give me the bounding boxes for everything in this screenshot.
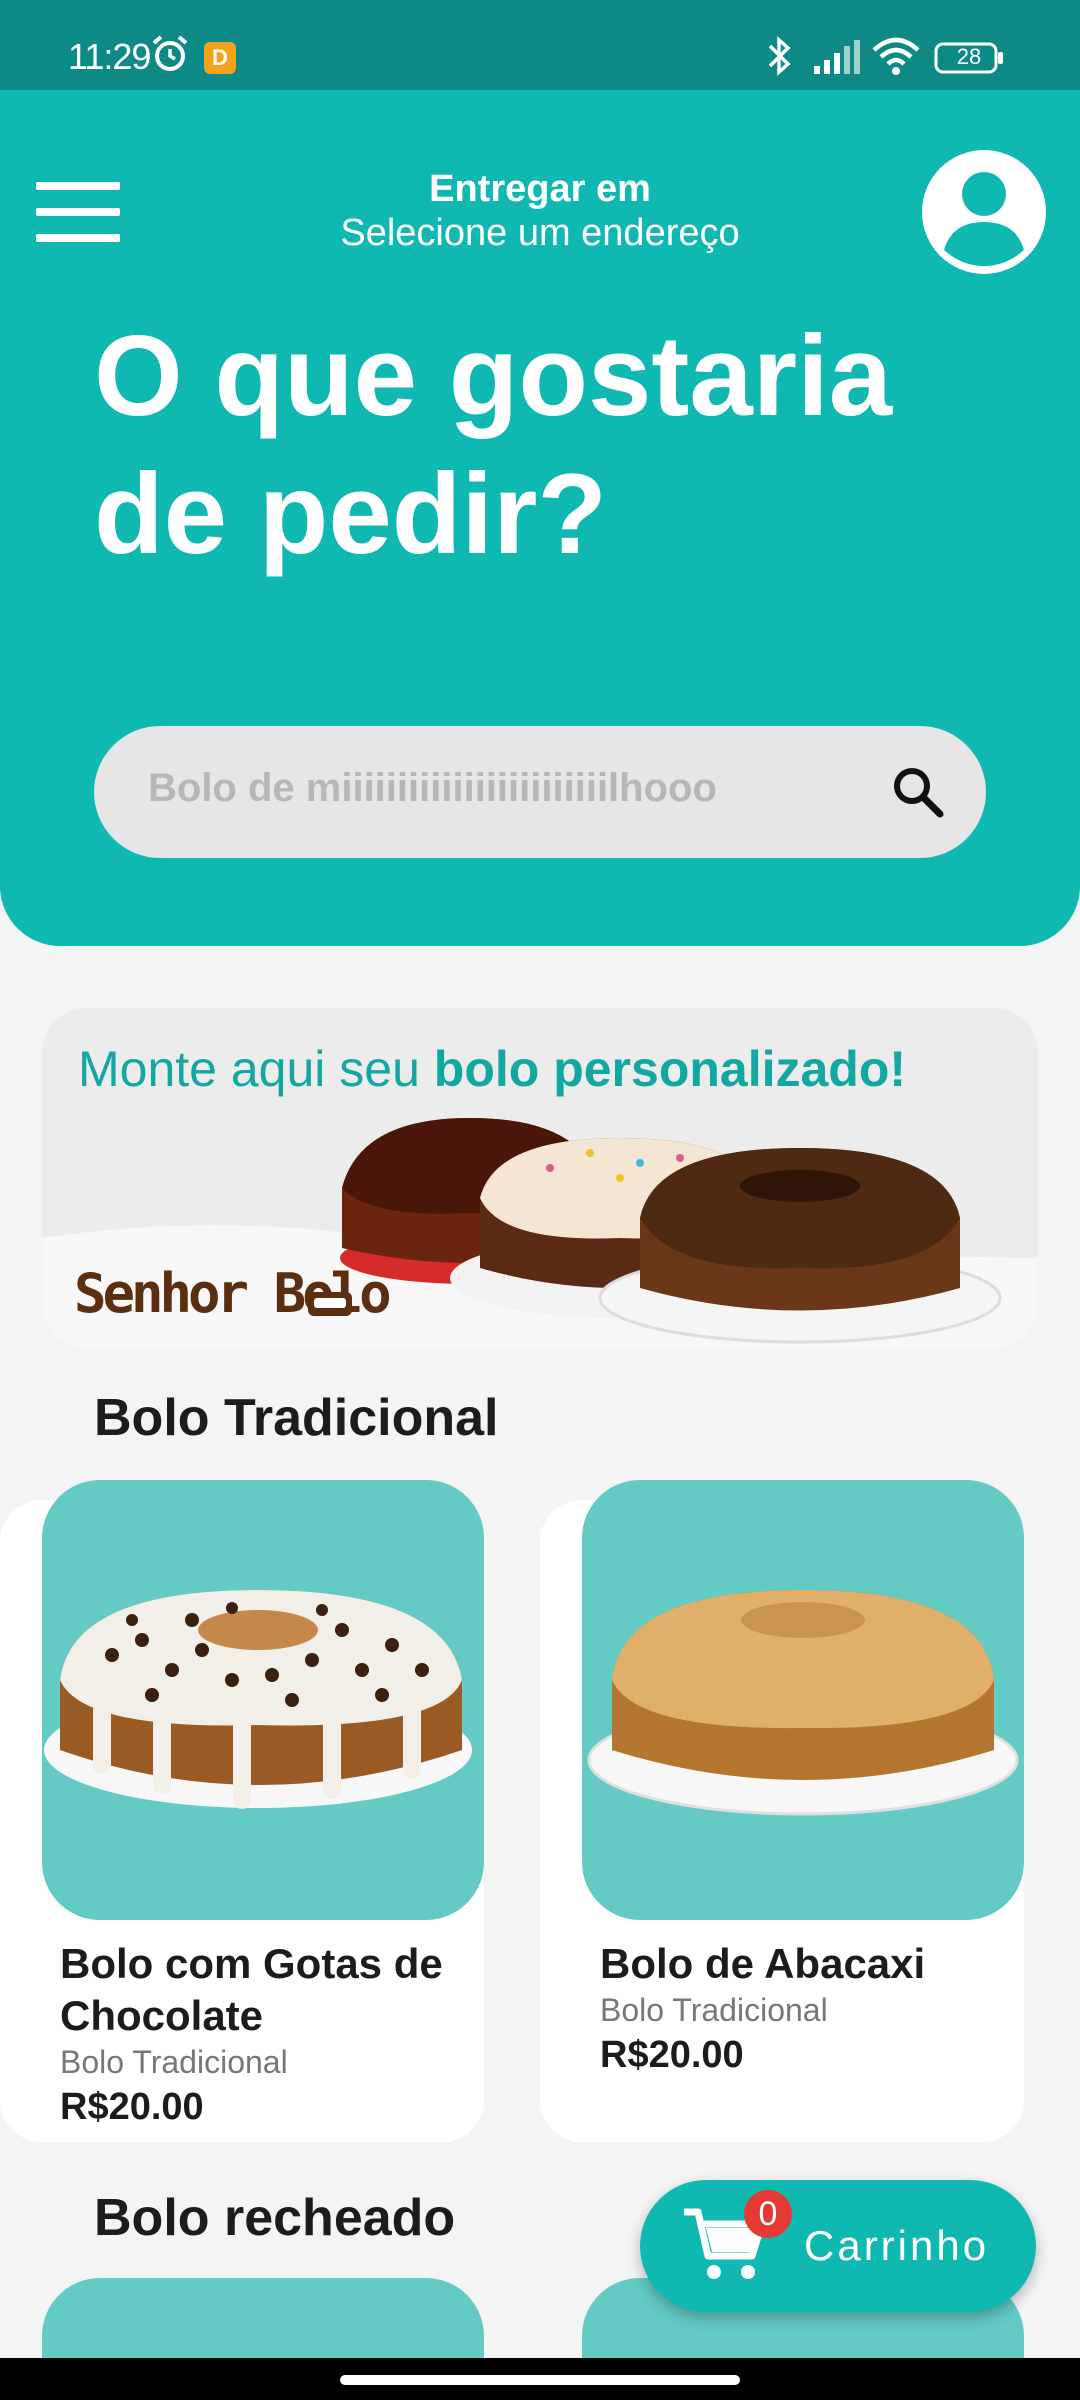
- search-placeholder[interactable]: Bolo de miiiiiiiiiiiiiiiiiiiiiiiilhooo: [148, 766, 717, 811]
- cake-logo-icon: [308, 1292, 352, 1316]
- alarm-icon: [152, 35, 188, 71]
- bluetooth-icon: [768, 36, 791, 76]
- product-price: R$20.00: [60, 2086, 204, 2128]
- home-gesture-handle[interactable]: [340, 2375, 740, 2385]
- signal-icon: [814, 40, 860, 74]
- page-title: O que gostaria de pedir?: [94, 313, 893, 578]
- product-image[interactable]: [582, 1480, 1024, 1920]
- cart-count-badge: 0: [744, 2190, 792, 2238]
- product-image[interactable]: [42, 1480, 484, 1920]
- cart-label[interactable]: Carrinho: [804, 2222, 989, 2270]
- deliver-title[interactable]: Entregar em: [290, 168, 790, 211]
- product-name: Bolo com Gotas de Chocolate: [60, 1940, 443, 2039]
- battery-level: 28: [956, 44, 982, 69]
- section-title: Bolo recheado: [94, 2189, 456, 2247]
- product-category: Bolo Tradicional: [60, 2044, 288, 2080]
- search-icon[interactable]: [886, 760, 950, 824]
- banner-text: Monte aqui seu bolo personalizado!: [78, 1041, 907, 1097]
- product-price: R$20.00: [600, 2034, 744, 2076]
- status-time: 11:29: [68, 36, 151, 77]
- menu-icon[interactable]: [36, 182, 120, 242]
- address-selector[interactable]: Selecione um endereço: [290, 212, 790, 255]
- product-category: Bolo Tradicional: [600, 1992, 828, 2028]
- wifi-icon: [872, 37, 920, 75]
- cakes-image: [340, 1118, 1002, 1344]
- app-notification-icon: D: [204, 42, 236, 74]
- section-title: Bolo Tradicional: [94, 1389, 499, 1447]
- profile-avatar-icon[interactable]: [922, 150, 1046, 274]
- product-name: Bolo de Abacaxi: [600, 1940, 926, 1987]
